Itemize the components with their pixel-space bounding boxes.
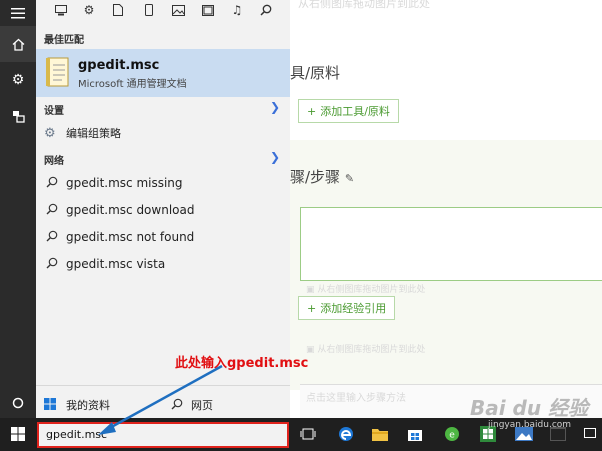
drop-hint: ▣ 从右侧图库拖动图片到此处 xyxy=(306,282,425,295)
edge-browser-icon[interactable] xyxy=(336,424,356,444)
web-result-item[interactable]: gpedit.msc missing xyxy=(36,170,290,196)
settings-section-label: 设置 xyxy=(44,106,64,117)
best-match-label: 最佳匹配 xyxy=(44,35,84,46)
pencil-icon[interactable]: ✎ xyxy=(345,172,354,185)
web-result-label: gpedit.msc not found xyxy=(66,230,195,244)
top-faint-text: 从右侧图库拖动图片到此处 xyxy=(298,0,430,10)
web-result-item[interactable]: gpedit.msc vista xyxy=(36,251,290,277)
start-rail: ⚙ xyxy=(0,0,36,418)
drop-hint-2-text: 从右侧图库拖动图片到此处 xyxy=(317,345,426,355)
search-icon xyxy=(46,230,60,245)
web-result-label: gpedit.msc missing xyxy=(66,176,183,190)
section2-title: 骤/步骤 ✎ xyxy=(290,166,354,187)
background-page: 从右侧图库拖动图片到此处 具/原料 + 添加工具/原料 骤/步骤 ✎ ▣ 从右侧图… xyxy=(290,0,602,418)
image-icon: ▣ xyxy=(306,285,315,295)
best-match-title: gpedit.msc xyxy=(78,58,160,73)
web-result-item[interactable]: gpedit.msc download xyxy=(36,197,290,223)
search-icon xyxy=(46,176,60,191)
svg-text:e: e xyxy=(449,431,455,441)
cortana-icon[interactable] xyxy=(0,385,36,421)
gear-icon[interactable]: ⚙ xyxy=(0,62,36,98)
section2-title-text: 骤/步骤 xyxy=(290,168,341,186)
step-text-area[interactable] xyxy=(300,207,602,281)
device-filter-icon[interactable] xyxy=(140,1,158,19)
web-result-item[interactable]: gpedit.msc not found xyxy=(36,224,290,250)
store-icon[interactable] xyxy=(405,424,425,444)
watermark-url: jingyan.baidu.com xyxy=(488,420,572,430)
settings-item-label: 编辑组策略 xyxy=(66,127,121,140)
settings-filter-icon[interactable]: ⚙ xyxy=(80,1,98,19)
filter-toolbar: ⚙ ♫ xyxy=(36,0,290,22)
settings-chevron-right-icon[interactable]: ❯ xyxy=(270,100,280,114)
action-center-icon[interactable] xyxy=(580,424,600,444)
search-icon xyxy=(46,203,60,218)
browser-360-icon[interactable]: e xyxy=(442,424,462,444)
file-explorer-icon[interactable] xyxy=(370,424,390,444)
web-section-label: 网络 xyxy=(44,156,64,167)
drop-hint-text: 从右侧图库拖动图片到此处 xyxy=(317,285,426,295)
photos-filter-icon[interactable] xyxy=(169,1,187,19)
documents-filter-icon[interactable] xyxy=(109,1,127,19)
music-filter-icon[interactable]: ♫ xyxy=(228,1,246,19)
best-match-item[interactable]: gpedit.msc Microsoft 通用管理文档 xyxy=(36,49,290,97)
section1-title: 具/原料 xyxy=(290,64,341,82)
bottom-placeholder: 点击这里输入步骤方法 xyxy=(306,393,406,404)
hamburger-menu-icon[interactable] xyxy=(0,0,36,26)
add-tool-button[interactable]: + 添加工具/原料 xyxy=(298,99,399,123)
feedback-icon[interactable] xyxy=(0,98,36,134)
best-match-subtitle: Microsoft 通用管理文档 xyxy=(78,79,187,90)
videos-filter-icon[interactable] xyxy=(199,1,217,19)
group-policy-icon: ⚙ xyxy=(44,125,56,141)
add-tool-label: 添加工具/原料 xyxy=(320,105,390,118)
document-file-icon xyxy=(46,57,70,87)
annotation-arrow xyxy=(98,364,223,435)
task-view-icon[interactable] xyxy=(298,424,318,444)
watermark-logo: Bai du 经验 xyxy=(470,396,589,420)
windows-logo-icon xyxy=(44,397,56,413)
settings-item-group-policy[interactable]: ⚙ 编辑组策略 xyxy=(36,120,290,146)
web-result-label: gpedit.msc vista xyxy=(66,257,166,271)
add-experience-button[interactable]: + 添加经验引用 xyxy=(298,296,396,320)
apps-filter-icon[interactable] xyxy=(52,1,70,19)
drop-hint-2: ▣ 从右侧图库拖动图片到此处 xyxy=(306,342,425,355)
search-icon[interactable] xyxy=(257,1,275,19)
add-experience-label: 添加经验引用 xyxy=(320,302,387,315)
start-windows-icon[interactable] xyxy=(8,424,28,444)
web-chevron-right-icon[interactable]: ❯ xyxy=(270,150,280,164)
web-result-label: gpedit.msc download xyxy=(66,203,195,217)
search-icon xyxy=(46,257,60,272)
home-icon[interactable] xyxy=(0,26,36,62)
